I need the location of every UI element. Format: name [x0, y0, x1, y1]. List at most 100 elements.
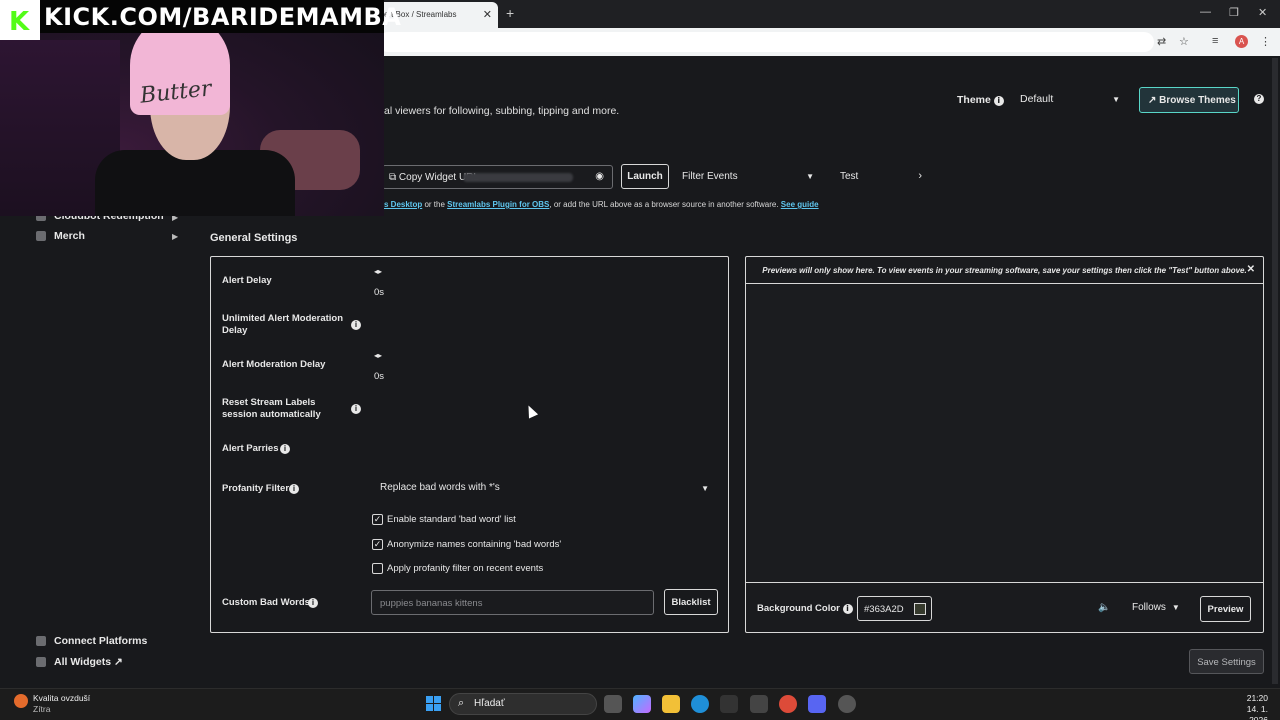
info-icon[interactable]: i — [351, 404, 361, 414]
new-tab-button[interactable]: + — [506, 5, 514, 21]
alert-parries-label: Alert Parries — [222, 443, 279, 454]
info-icon[interactable]: i — [351, 320, 361, 330]
speaker-icon[interactable]: 🔈 — [1098, 602, 1110, 613]
sidebar-item-label: All Widgets ↗ — [54, 656, 123, 668]
help-icon[interactable]: ? — [1254, 94, 1264, 104]
sidebar-item-label: Merch — [54, 230, 85, 242]
discord-icon[interactable] — [808, 695, 826, 713]
checkbox-label: Anonymize names containing 'bad words' — [387, 539, 562, 550]
minimize-icon[interactable]: — — [1200, 6, 1211, 18]
browser-menu-icon[interactable]: ⋮ — [1260, 35, 1271, 48]
close-icon[interactable]: ✕ — [1247, 264, 1255, 275]
preview-event-select[interactable]: Follows ▼ — [1132, 602, 1180, 613]
external-link-icon: ↗ — [114, 656, 123, 668]
store-icon[interactable] — [720, 695, 738, 713]
preview-panel: Previews will only show here. To view ev… — [745, 256, 1264, 633]
blurred-url — [463, 173, 573, 182]
obs-plugin-link[interactable]: Streamlabs Plugin for OBS — [447, 200, 549, 209]
copilot-icon[interactable] — [633, 695, 651, 713]
search-icon: ⌕ — [458, 697, 465, 709]
theme-select[interactable]: Default ▼ — [1020, 93, 1120, 105]
widget-url-field[interactable]: ⧉ Copy Widget URL ◉ — [382, 165, 613, 189]
chevron-down-icon: ▼ — [806, 172, 814, 181]
chevron-down-icon: ▼ — [1112, 95, 1120, 104]
apply-filter-recent-events-checkbox[interactable] — [372, 563, 383, 574]
windows-start-icon[interactable] — [426, 696, 442, 712]
profile-avatar[interactable]: A — [1235, 35, 1248, 48]
tab-close-icon[interactable]: ✕ — [483, 8, 492, 21]
launch-button[interactable]: Launch — [621, 164, 669, 189]
theme-value: Default — [1020, 93, 1054, 105]
info-icon[interactable]: i — [280, 444, 290, 454]
desktop-link[interactable]: s Desktop — [384, 200, 422, 209]
custom-bad-words-label: Custom Bad Words — [222, 597, 310, 608]
external-link-icon: ↗ — [1148, 95, 1157, 106]
taskbar-clock[interactable]: 21:20 14. 1. 2026 — [1228, 693, 1268, 720]
kick-banner: KICK.COM/BARIDEMAMBA — [40, 0, 401, 33]
obs-icon[interactable] — [838, 695, 856, 713]
chrome-icon[interactable] — [779, 695, 797, 713]
bookmark-star-icon[interactable]: ☆ — [1179, 35, 1189, 48]
preview-button[interactable]: Preview — [1200, 596, 1251, 622]
page-scrollbar[interactable] — [1272, 58, 1278, 684]
moderation-delay-value: 0s — [374, 371, 385, 382]
profanity-filter-select[interactable]: Replace bad words with *'s ▼ — [374, 480, 709, 493]
moderation-delay-slider[interactable]: ◂▸ — [374, 351, 382, 360]
edge-icon[interactable] — [691, 695, 709, 713]
enable-bad-word-list-checkbox[interactable]: ✓ — [372, 514, 383, 525]
profanity-filter-label: Profanity Filter — [222, 483, 290, 494]
kick-logo: K — [0, 0, 40, 40]
translate-icon[interactable]: ⇄ — [1157, 35, 1166, 48]
window-close-icon[interactable]: ✕ — [1258, 6, 1267, 19]
color-swatch[interactable] — [914, 603, 926, 615]
general-settings-panel: Alert Delay ◂▸ 0s Unlimited Alert Modera… — [210, 256, 729, 633]
page-subtitle: al viewers for following, subbing, tippi… — [384, 105, 620, 117]
info-icon[interactable]: i — [993, 96, 1004, 106]
platforms-icon — [36, 636, 46, 646]
see-guide-link[interactable]: See guide — [781, 200, 819, 209]
blacklist-button[interactable]: Blacklist — [664, 589, 718, 615]
widgets-icon — [36, 657, 46, 667]
general-settings-title: General Settings — [210, 232, 298, 244]
custom-bad-words-input[interactable]: puppies bananas kittens — [371, 590, 654, 615]
preview-note: Previews will only show here. To view ev… — [746, 257, 1263, 284]
maximize-icon[interactable]: ❐ — [1229, 6, 1239, 19]
copy-icon[interactable]: ⧉ — [389, 172, 396, 183]
info-icon[interactable]: i — [289, 484, 299, 494]
sidebar-item-label: Connect Platforms — [54, 635, 148, 647]
save-settings-button[interactable]: Save Settings — [1189, 649, 1264, 674]
browse-themes-button[interactable]: ↗ Browse Themes — [1139, 87, 1239, 113]
weather-icon[interactable] — [14, 694, 28, 708]
weather-widget[interactable]: Kvalita ovzduší Zítra — [33, 693, 90, 715]
setup-hint: s Desktop or the Streamlabs Plugin for O… — [384, 200, 819, 209]
moderation-delay-label: Alert Moderation Delay — [222, 359, 326, 370]
filter-events-select[interactable]: Filter Events ▼ — [682, 171, 814, 182]
app-icon[interactable] — [750, 695, 768, 713]
taskbar-search[interactable]: ⌕ Hľadať — [449, 693, 597, 715]
info-icon[interactable]: i — [308, 598, 318, 608]
url-field[interactable] — [378, 32, 1154, 52]
reset-labels-label: Reset Stream Labels session automaticall… — [222, 397, 321, 420]
checkbox-label: Apply profanity filter on recent events — [387, 563, 544, 574]
task-view-icon[interactable] — [604, 695, 622, 713]
chevron-right-icon: › — [918, 170, 922, 182]
background-color-input[interactable]: #363A2D — [857, 596, 932, 621]
merch-icon — [36, 231, 46, 241]
preview-canvas — [746, 285, 1263, 583]
unlimited-moderation-label: Unlimited Alert Moderation Delay — [222, 313, 344, 336]
theme-label: Theme i — [957, 94, 1004, 106]
eye-icon[interactable]: ◉ — [595, 171, 604, 182]
alert-delay-label: Alert Delay — [222, 275, 272, 286]
file-explorer-icon[interactable] — [662, 695, 680, 713]
chevron-down-icon: ▼ — [1171, 603, 1180, 612]
alert-delay-value: 0s — [374, 287, 385, 298]
chevron-down-icon: ▼ — [701, 484, 709, 493]
chevron-right-icon[interactable]: ▶ — [172, 232, 178, 241]
info-icon[interactable]: i — [842, 604, 853, 614]
alert-delay-slider[interactable]: ◂▸ — [374, 267, 382, 276]
reading-list-icon[interactable]: ≡ — [1212, 35, 1218, 47]
checkbox-label: Enable standard 'bad word' list — [387, 514, 516, 525]
background-color-label: Background Color i — [757, 603, 853, 614]
test-select[interactable]: Test › — [840, 170, 922, 182]
anonymize-names-checkbox[interactable]: ✓ — [372, 539, 383, 550]
